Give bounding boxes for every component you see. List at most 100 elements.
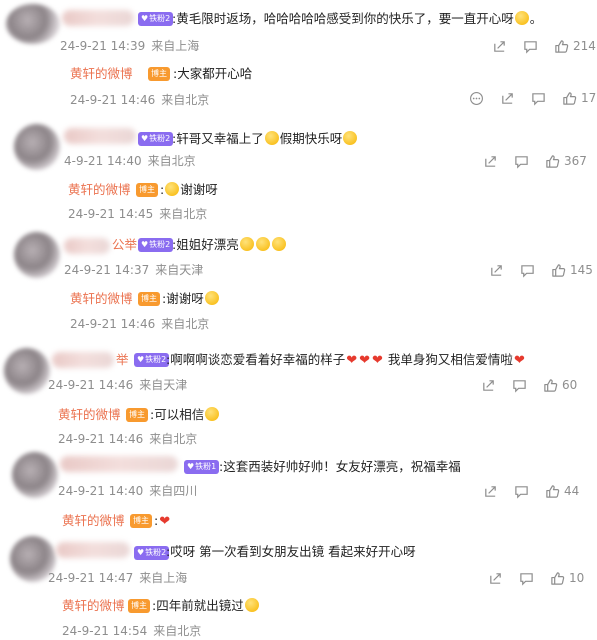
reply-author[interactable]: 黄轩的微博 [62,597,125,615]
thinking-emoji-icon [244,598,259,612]
share-button[interactable] [489,263,504,278]
star-icon: ♥ [141,240,149,249]
reply-meta: 24-9-21 14:45 来自北京 [68,207,208,221]
share-button[interactable] [483,154,498,169]
comment-icon [531,91,546,106]
like-button[interactable]: 214 [554,39,596,54]
share-button[interactable] [500,91,515,106]
star-icon: ♥ [137,355,145,364]
username-blurred[interactable] [64,128,136,144]
star-icon: ♥ [141,14,149,23]
like-icon [543,378,558,393]
host-badge: 博主 [148,67,170,81]
like-count: 367 [564,154,587,168]
comment-item: ♥铁粉2 :轩哥又幸福上了 假期快乐呀 4-9-21 14:40 来自北京 367 … [0,120,597,230]
reply-button[interactable] [523,39,538,54]
like-button[interactable]: 10 [550,571,584,586]
reply-text: :大家都开心哈 [173,66,253,81]
laugh-emoji-icon [514,11,529,25]
like-icon [545,484,560,499]
avatar[interactable] [6,4,60,44]
more-button[interactable] [469,91,484,106]
comment-icon [514,484,529,499]
comment-actions: 367 [483,153,587,169]
username-partial[interactable]: 举 [116,351,129,369]
comment-item: ♥铁粉2 :哎呀 第一次看到女朋友出镜 看起来好开心呀 24-9-21 14:4… [0,534,597,640]
share-button[interactable] [481,378,496,393]
like-button[interactable]: 60 [543,378,577,393]
comment-actions: 145 [489,262,593,278]
reply-author[interactable]: 黄轩的微博 [62,512,125,530]
comment-actions: 10 [488,570,584,586]
username-blurred[interactable] [52,352,114,368]
share-button[interactable] [488,571,503,586]
like-icon [554,39,569,54]
reply-author[interactable]: 黄轩的微博 [70,290,133,308]
username-blurred[interactable] [62,10,134,26]
hug-emoji-icon [264,131,279,145]
like-icon [551,263,566,278]
love-emoji-icon [239,237,254,251]
reply-button[interactable] [514,484,529,499]
like-count: 145 [570,263,593,277]
comment-item: ♥铁粉1 :这套西装好帅好帅！女友好漂亮，祝福幸福 24-9-21 14:40 来… [0,448,597,532]
reply-author[interactable]: 黄轩的微博 [68,181,131,199]
username-blurred[interactable] [64,238,110,254]
comment-icon [519,571,534,586]
reply-meta: 24-9-21 14:54 来自北京 [62,624,202,638]
reply-text: :谢谢呀 [160,182,218,197]
comment-meta: 24-9-21 14:47 来自上海 [48,571,188,585]
share-icon [500,91,515,106]
reply-button[interactable] [519,571,534,586]
like-count: 10 [569,571,585,585]
username-blurred[interactable] [56,542,130,558]
reply-author[interactable]: 黄轩的微博 [58,406,121,424]
reply-text: :可以相信 [150,406,220,424]
reply-text: :四年前就出镜过 [152,597,260,615]
comment-text: :哎呀 第一次看到女朋友出镜 看起来好开心呀 [166,544,416,559]
share-icon [489,263,504,278]
like-button[interactable]: 367 [545,154,587,169]
reply-button[interactable] [512,378,527,393]
like-count: 44 [564,484,580,498]
comment-icon [514,154,529,169]
host-badge: 博主 [126,408,148,422]
smile-emoji-icon [165,182,180,196]
share-icon [492,39,507,54]
fan-badge: ♥铁粉2 [138,132,174,146]
fan-badge: ♥铁粉2 [138,12,174,26]
love-emoji-icon [271,237,286,251]
reply-button[interactable] [514,154,529,169]
comment-icon [520,263,535,278]
share-button[interactable] [492,39,507,54]
comment-icon [523,39,538,54]
reply-button[interactable] [520,263,535,278]
like-icon [545,154,560,169]
like-count: 17 [581,91,597,105]
share-button[interactable] [483,484,498,499]
heart-icon: ❤ [513,353,525,368]
username-partial[interactable]: 公举 [112,236,137,254]
like-button[interactable]: 17 [562,91,596,106]
heart-icon: ❤ [359,353,371,368]
username-blurred[interactable] [60,456,178,472]
share-icon [483,484,498,499]
comment-meta: 24-9-21 14:37 来自天津 [64,263,204,277]
avatar[interactable] [12,452,58,498]
star-icon: ♥ [187,462,195,471]
comment-meta: 24-9-21 14:39 来自上海 [60,39,200,53]
fan-badge: ♥铁粉2 [134,353,170,367]
reply-button[interactable] [531,91,546,106]
comment-text: :轩哥又幸福上了 假期快乐呀 [172,130,358,148]
avatar[interactable] [14,124,60,170]
avatar[interactable] [14,232,60,278]
reply-author[interactable]: 黄轩的微博 [70,65,133,83]
fan-badge: ♥铁粉2 [138,238,174,252]
like-button[interactable]: 44 [545,484,579,499]
avatar[interactable] [4,348,50,394]
comment-text: :这套西装好帅好帅！女友好漂亮，祝福幸福 [219,459,461,474]
reply-actions: 17 [469,90,596,106]
host-badge: 博主 [130,514,152,528]
heart-icon: ❤ [346,353,358,368]
like-button[interactable]: 145 [551,263,593,278]
